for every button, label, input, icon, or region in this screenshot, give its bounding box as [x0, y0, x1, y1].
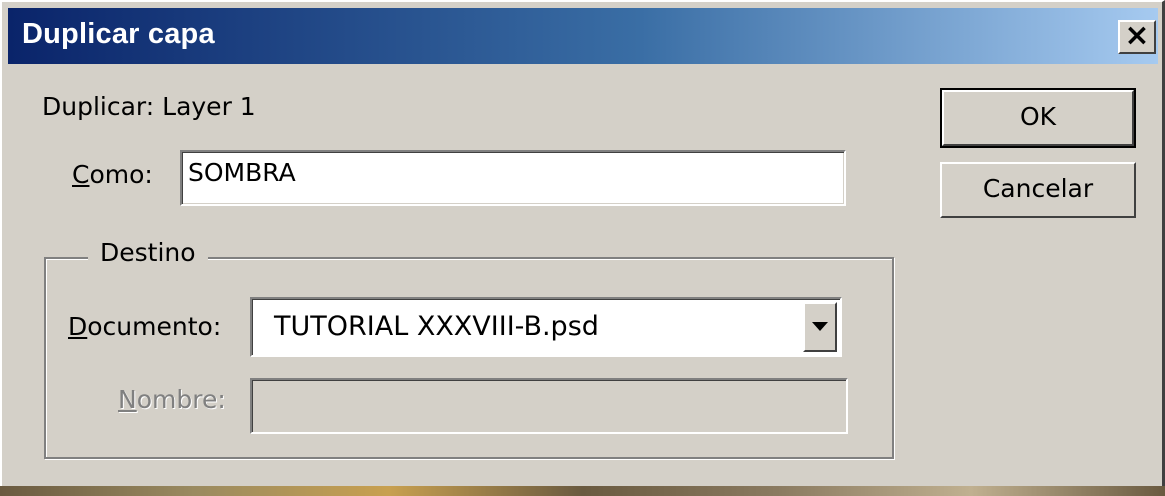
title-bar[interactable]: Duplicar capa × [8, 8, 1158, 64]
chevron-down-icon [812, 322, 828, 331]
duplicar-label: Duplicar: [42, 92, 155, 121]
destino-legend: Destino [88, 238, 208, 267]
cancel-button[interactable]: Cancelar [940, 162, 1136, 218]
dialog-window: Duplicar capa × Duplicar: Layer 1 Como: … [0, 0, 1165, 496]
source-layer-name: Layer 1 [162, 92, 256, 121]
nombre-input[interactable] [250, 378, 848, 434]
background-strip [0, 486, 1165, 496]
dialog-title: Duplicar capa [22, 18, 215, 50]
como-input-value: SOMBRA [188, 158, 296, 187]
source-layer-label: Duplicar: Layer 1 [42, 92, 256, 121]
nombre-label: Nombre: [118, 385, 226, 414]
como-input[interactable]: SOMBRA [180, 150, 846, 206]
documento-dropdown-button[interactable] [803, 302, 837, 352]
como-label: Como: [72, 160, 153, 189]
documento-select[interactable]: TUTORIAL XXXVIII-B.psd [250, 297, 842, 357]
close-button[interactable]: × [1118, 20, 1156, 54]
ok-button[interactable]: OK [940, 88, 1136, 148]
close-icon: × [1124, 18, 1150, 53]
documento-selected-value: TUTORIAL XXXVIII-B.psd [274, 311, 599, 342]
documento-label: Documento: [68, 312, 222, 341]
